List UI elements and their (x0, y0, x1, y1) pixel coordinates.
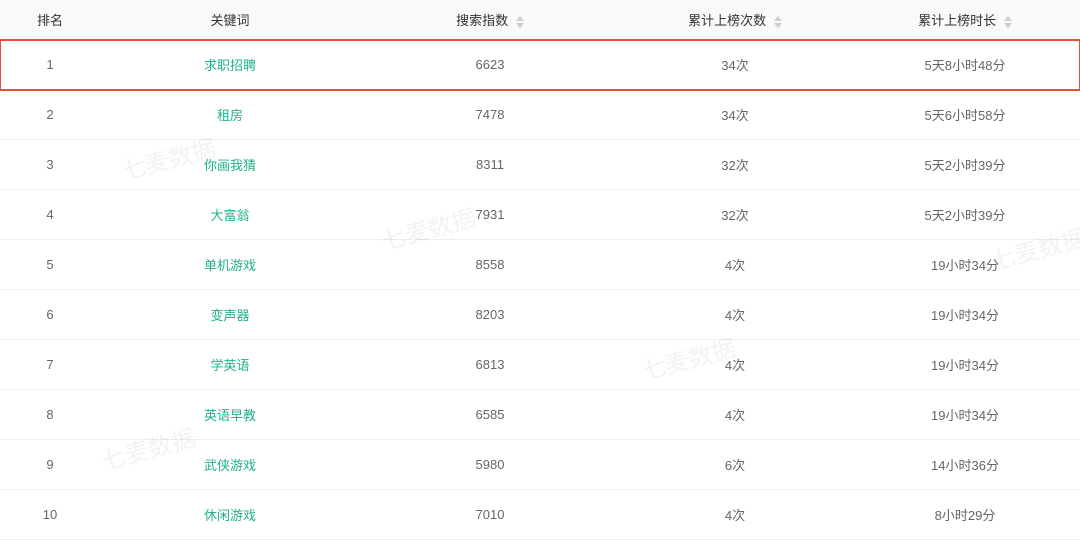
cell-rank-duration: 19小时34分 (850, 290, 1080, 340)
cell-rank: 10 (0, 490, 100, 540)
cell-search-index: 7478 (360, 90, 620, 140)
cell-rank-count: 34次 (620, 90, 850, 140)
sort-up-icon (774, 16, 782, 21)
sort-icon[interactable] (1004, 16, 1012, 28)
table-row: 1 求职招聘 662334次5天8小时48分 (0, 40, 1080, 90)
sort-icon[interactable] (774, 16, 782, 28)
cell-keyword: 学英语 (100, 340, 360, 390)
header-rank-count[interactable]: 累计上榜次数 (620, 0, 850, 40)
sort-down-icon (1004, 23, 1012, 28)
cell-keyword: 单机游戏 (100, 240, 360, 290)
cell-rank-duration: 5天2小时39分 (850, 190, 1080, 240)
sort-down-icon (516, 23, 524, 28)
cell-search-index: 7010 (360, 490, 620, 540)
cell-rank: 8 (0, 390, 100, 440)
keyword-link[interactable]: 你画我猜 (204, 158, 256, 173)
cell-rank: 1 (0, 40, 100, 90)
sort-up-icon (516, 16, 524, 21)
cell-rank-duration: 19小时34分 (850, 340, 1080, 390)
cell-rank-duration: 14小时36分 (850, 440, 1080, 490)
cell-search-index: 8203 (360, 290, 620, 340)
table-row: 4 大富翁 793132次5天2小时39分 (0, 190, 1080, 240)
keyword-link[interactable]: 单机游戏 (204, 258, 256, 273)
table-row: 7 学英语 68134次19小时34分 (0, 340, 1080, 390)
table-header: 排名 关键词 搜索指数 累计上榜次数 (0, 0, 1080, 40)
cell-rank-count: 34次 (620, 40, 850, 90)
cell-rank: 5 (0, 240, 100, 290)
header-rank-label: 排名 (37, 13, 63, 28)
cell-keyword: 大富翁 (100, 190, 360, 240)
keyword-link[interactable]: 大富翁 (210, 208, 249, 223)
header-keyword-label: 关键词 (210, 13, 249, 28)
cell-search-index: 8558 (360, 240, 620, 290)
cell-keyword: 你画我猜 (100, 140, 360, 190)
cell-rank-duration: 5天2小时39分 (850, 140, 1080, 190)
table-row: 5 单机游戏 85584次19小时34分 (0, 240, 1080, 290)
header-rank-count-label: 累计上榜次数 (688, 13, 766, 28)
cell-rank-count: 6次 (620, 440, 850, 490)
keyword-link[interactable]: 休闲游戏 (204, 508, 256, 523)
cell-search-index: 6813 (360, 340, 620, 390)
cell-rank: 2 (0, 90, 100, 140)
header-rank-duration[interactable]: 累计上榜时长 (850, 0, 1080, 40)
cell-keyword: 租房 (100, 90, 360, 140)
cell-rank-duration: 5天8小时48分 (850, 40, 1080, 90)
keyword-link[interactable]: 变声器 (210, 308, 249, 323)
header-search-index[interactable]: 搜索指数 (360, 0, 620, 40)
cell-rank-duration: 19小时34分 (850, 390, 1080, 440)
cell-rank-duration: 5天6小时58分 (850, 90, 1080, 140)
cell-rank: 6 (0, 290, 100, 340)
sort-up-icon (1004, 16, 1012, 21)
table-row: 8 英语早教 65854次19小时34分 (0, 390, 1080, 440)
table-row: 9 武侠游戏 59806次14小时36分 (0, 440, 1080, 490)
sort-down-icon (774, 23, 782, 28)
cell-keyword: 英语早教 (100, 390, 360, 440)
cell-keyword: 变声器 (100, 290, 360, 340)
table-row: 6 变声器 82034次19小时34分 (0, 290, 1080, 340)
cell-rank-count: 4次 (620, 490, 850, 540)
cell-rank-count: 32次 (620, 190, 850, 240)
cell-rank-count: 4次 (620, 390, 850, 440)
table-body: 1 求职招聘 662334次5天8小时48分 2 租房 747834次5天6小时58分 3 你… (0, 40, 1080, 540)
keyword-link[interactable]: 租房 (217, 108, 243, 123)
keyword-link[interactable]: 英语早教 (204, 408, 256, 423)
header-rank[interactable]: 排名 (0, 0, 100, 40)
header-search-index-label: 搜索指数 (456, 13, 508, 28)
keyword-ranking-table-container: 七麦数据 七麦数据 七麦数据 七麦数据 七麦数据 排名 关键词 搜索指数 (0, 0, 1080, 540)
header-rank-duration-label: 累计上榜时长 (918, 13, 996, 28)
cell-keyword: 武侠游戏 (100, 440, 360, 490)
cell-rank-count: 32次 (620, 140, 850, 190)
table-row: 2 租房 747834次5天6小时58分 (0, 90, 1080, 140)
cell-rank: 7 (0, 340, 100, 390)
table-row: 10 休闲游戏 70104次8小时29分 (0, 490, 1080, 540)
cell-search-index: 6623 (360, 40, 620, 90)
cell-rank: 4 (0, 190, 100, 240)
cell-rank-count: 4次 (620, 340, 850, 390)
cell-rank: 3 (0, 140, 100, 190)
cell-search-index: 5980 (360, 440, 620, 490)
cell-search-index: 6585 (360, 390, 620, 440)
cell-search-index: 8311 (360, 140, 620, 190)
cell-rank-count: 4次 (620, 240, 850, 290)
sort-icon[interactable] (516, 16, 524, 28)
cell-rank-duration: 19小时34分 (850, 240, 1080, 290)
keyword-link[interactable]: 武侠游戏 (204, 458, 256, 473)
cell-rank-duration: 8小时29分 (850, 490, 1080, 540)
header-keyword[interactable]: 关键词 (100, 0, 360, 40)
cell-search-index: 7931 (360, 190, 620, 240)
keyword-ranking-table: 排名 关键词 搜索指数 累计上榜次数 (0, 0, 1080, 540)
cell-rank: 9 (0, 440, 100, 490)
keyword-link[interactable]: 学英语 (210, 358, 249, 373)
cell-keyword: 休闲游戏 (100, 490, 360, 540)
keyword-link[interactable]: 求职招聘 (204, 58, 256, 73)
cell-keyword: 求职招聘 (100, 40, 360, 90)
cell-rank-count: 4次 (620, 290, 850, 340)
table-row: 3 你画我猜 831132次5天2小时39分 (0, 140, 1080, 190)
